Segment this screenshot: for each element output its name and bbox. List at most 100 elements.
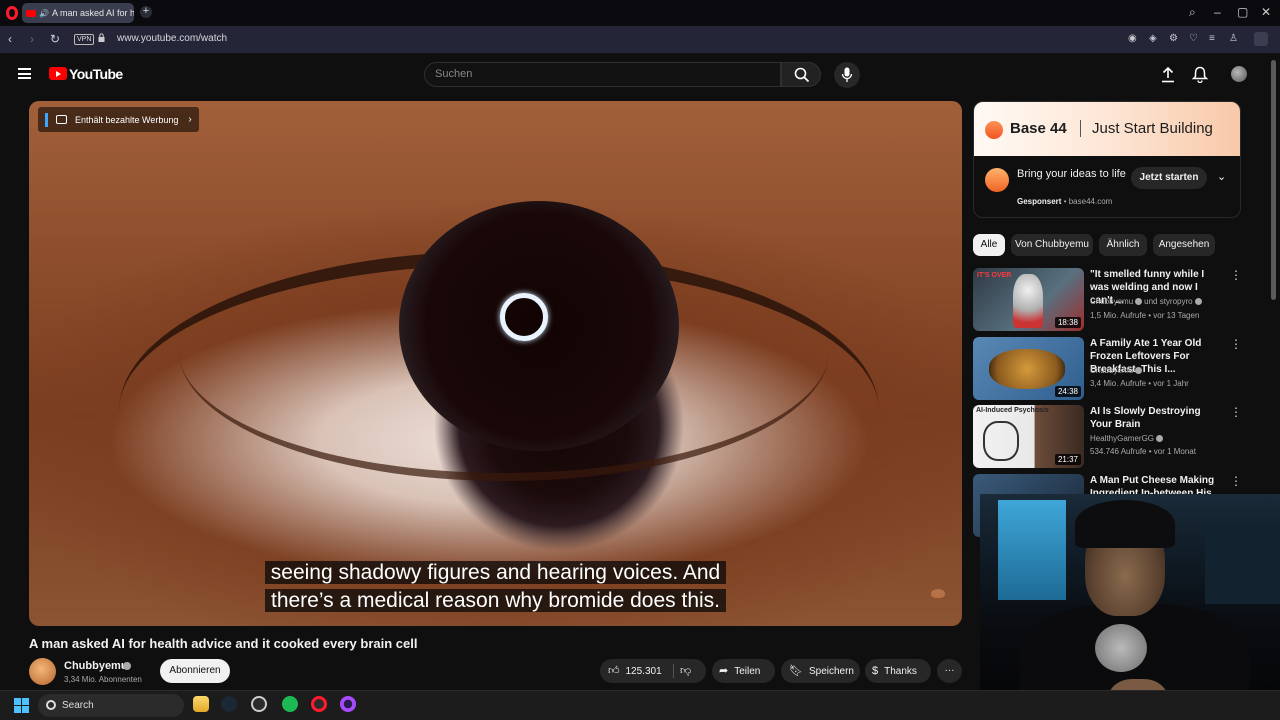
minimize-button[interactable]: –	[1214, 5, 1221, 19]
shield-icon[interactable]: ◈	[1149, 33, 1157, 44]
sponsored-ad-card[interactable]: Base 44 Just Start Building Bring your i…	[973, 101, 1241, 218]
thumbs-up-icon: 👍︎	[608, 665, 620, 677]
vpn-badge[interactable]: VPN	[74, 34, 95, 45]
ad-sponsored-line: Gesponsert • base44.com	[1017, 197, 1113, 206]
youtube-logo-text[interactable]: YouTube	[69, 66, 123, 82]
voice-search-button[interactable]	[834, 62, 860, 88]
steam-icon[interactable]	[221, 696, 237, 712]
extensions-cube-icon[interactable]	[1254, 32, 1268, 46]
subscriber-count: 3,34 Mio. Abonnenten	[64, 675, 142, 684]
hamburger-menu-icon[interactable]	[18, 68, 31, 79]
chevron-down-icon[interactable]: ⌄	[1217, 170, 1226, 183]
search-tabs-icon[interactable]: ⌕	[1189, 5, 1196, 20]
advertiser-avatar[interactable]	[985, 168, 1009, 192]
address-bar: ‹ › ↻ VPN www.youtube.com/watch ◉ ◈ ⚙ ♡ …	[0, 26, 1280, 53]
search-button[interactable]	[781, 62, 821, 87]
thumbnail-text: IT'S OVER	[977, 272, 1012, 279]
extension-icon[interactable]: ⚙	[1169, 33, 1178, 44]
super-thanks-icon: $	[872, 665, 879, 677]
dislike-button[interactable]: 👎︎	[680, 659, 702, 683]
rec-channel[interactable]: Chubbyemu	[1090, 366, 1144, 375]
browser-tab-active[interactable]: 🔊 A man asked AI for he	[22, 3, 134, 23]
share-button[interactable]: ➦ Teilen	[712, 659, 775, 683]
save-button[interactable]: 🔖︎ Speichern	[781, 659, 860, 683]
like-separator	[673, 664, 674, 678]
speaker-icon[interactable]: 🔊	[39, 9, 49, 18]
maximize-button[interactable]: ▢	[1237, 5, 1248, 19]
rec-thumbnail[interactable]: 24:38	[973, 337, 1084, 400]
duration-badge: 24:38	[1054, 386, 1081, 397]
search-input[interactable]: Suchen	[424, 62, 781, 87]
windows-start-icon[interactable]	[14, 698, 29, 713]
chevron-right-icon: ›	[188, 114, 192, 125]
webcam-overlay	[980, 494, 1280, 720]
file-explorer-icon[interactable]	[193, 696, 209, 712]
save-label: Speichern	[808, 666, 854, 677]
frozen-food-image	[989, 349, 1065, 389]
rec-title[interactable]: AI Is Slowly Destroying Your Brain	[1090, 405, 1222, 431]
rec-channel-name: Chubbyemu	[1090, 297, 1134, 306]
new-tab-button[interactable]: +	[140, 6, 152, 18]
more-vert-icon[interactable]: ⋮	[1230, 474, 1242, 488]
reload-button[interactable]: ↻	[50, 32, 60, 46]
tab-title: A man asked AI for he	[51, 8, 134, 18]
opera-logo-icon[interactable]	[6, 6, 18, 20]
profile-icon[interactable]: ♙	[1229, 33, 1238, 44]
chip-from-channel[interactable]: Von Chubbyemu	[1011, 234, 1093, 256]
close-window-button[interactable]: ✕	[1261, 5, 1271, 19]
rec-thumbnail[interactable]: AI-Induced Psychosis 21:37	[973, 405, 1084, 468]
channel-name[interactable]: Chubbyemu	[64, 660, 128, 672]
share-arrow-icon: ➦	[719, 665, 729, 677]
taskbar-search[interactable]: Search	[38, 694, 184, 717]
browser-tab-bar: 🔊 A man asked AI for he + ⌕ – ▢ ✕	[0, 0, 1280, 26]
lock-icon[interactable]	[98, 33, 105, 42]
verified-badge-icon	[1135, 298, 1143, 306]
share-label: Teilen	[734, 666, 761, 677]
chip-similar[interactable]: Ähnlich	[1099, 234, 1147, 256]
webcam-background-shelf	[1205, 524, 1280, 604]
ad-brand-tagline: Just Start Building	[1092, 120, 1213, 137]
more-vert-icon[interactable]: ⋮	[1230, 268, 1242, 282]
heart-icon[interactable]: ♡	[1189, 33, 1198, 44]
skeleton-figure	[1013, 274, 1043, 328]
camera-icon[interactable]: ◉	[1128, 33, 1137, 44]
shirt-skull-print	[1095, 624, 1147, 672]
thanks-button[interactable]: $ Thanks	[865, 659, 931, 683]
page-scrollbar[interactable]	[1271, 60, 1276, 300]
rec-meta: 3,4 Mio. Aufrufe • vor 1 Jahr	[1090, 379, 1189, 388]
like-button[interactable]: 👍︎ 125.301	[600, 659, 672, 683]
chip-watched[interactable]: Angesehen	[1153, 234, 1215, 256]
forward-button[interactable]: ›	[30, 32, 34, 46]
back-button[interactable]: ‹	[8, 32, 12, 46]
rec-thumbnail[interactable]: IT'S OVER 18:38	[973, 268, 1084, 331]
app-purple-icon[interactable]	[340, 696, 356, 712]
opera-icon[interactable]	[311, 696, 327, 712]
ad-banner[interactable]: Base 44 Just Start Building	[974, 102, 1240, 156]
chip-all[interactable]: Alle	[973, 234, 1005, 256]
ad-cta-button[interactable]: Jetzt starten	[1131, 167, 1207, 189]
verified-badge-icon	[1135, 367, 1143, 375]
more-vert-icon[interactable]: ⋮	[1230, 405, 1242, 419]
app-icon[interactable]	[251, 696, 267, 712]
ad-headline[interactable]: Bring your ideas to life	[1017, 167, 1127, 181]
ad-domain: base44.com	[1068, 197, 1113, 206]
channel-avatar[interactable]	[29, 658, 56, 685]
account-avatar[interactable]	[1231, 66, 1247, 82]
paid-promotion-badge[interactable]: Enthält bezahlte Werbung ›	[38, 107, 199, 132]
more-actions-button[interactable]: ···	[937, 659, 962, 683]
spotify-icon[interactable]	[282, 696, 298, 712]
rec-channel[interactable]: HealthyGamerGG	[1090, 434, 1165, 443]
video-player[interactable]: Enthält bezahlte Werbung › seeing shadow…	[29, 101, 962, 626]
rec-channel[interactable]: Chubbyemu und styropyro	[1090, 297, 1204, 306]
base44-logo-icon	[985, 121, 1003, 139]
subscribe-button[interactable]: Abonnieren	[160, 659, 230, 683]
upload-icon[interactable]	[1161, 67, 1175, 83]
url-field[interactable]: www.youtube.com/watch	[117, 33, 227, 44]
caption-line-1: seeing shadowy figures and hearing voice…	[264, 561, 727, 584]
thumbs-down-icon: 👎︎	[680, 665, 692, 677]
more-vert-icon[interactable]: ⋮	[1230, 337, 1242, 351]
channel-watermark-icon[interactable]	[931, 589, 945, 598]
bell-icon[interactable]	[1192, 66, 1208, 83]
menu-lines-icon[interactable]: ≡	[1209, 33, 1215, 44]
youtube-logo-icon[interactable]	[49, 67, 67, 80]
